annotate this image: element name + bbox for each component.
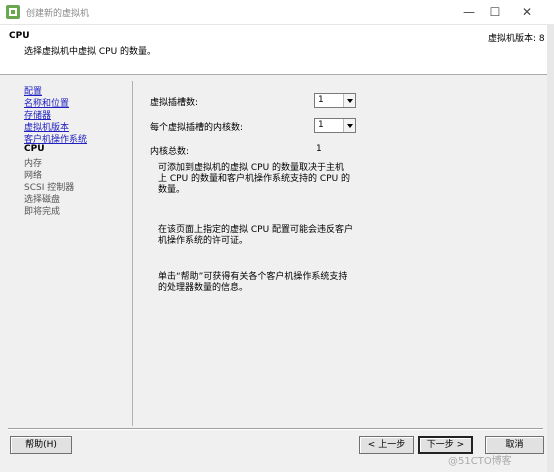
window-title: 创建新的虚拟机 — [26, 9, 90, 19]
chevron-down-icon[interactable] — [343, 94, 355, 107]
text-line: 单击“帮助”可获得有关各个客户机操作系统支持 — [158, 272, 348, 282]
text-line: 上 CPU 的数量和客户机操作系统支持的 CPU 的 — [158, 174, 351, 184]
sockets-select[interactable]: 1 — [314, 93, 356, 108]
total-cores-value: 1 — [316, 144, 322, 154]
text-line: 的处理器数量的信息。 — [158, 283, 249, 293]
window-edge-scrollbar[interactable] — [547, 24, 554, 472]
license-warning-paragraph: 在该页面上指定的虚拟 CPU 配置可能会违反客户 机操作系统的许可证。 — [158, 225, 353, 247]
vm-version-label: 虚拟机版本: 8 — [488, 34, 545, 44]
text-line: 数量。 — [158, 185, 186, 195]
text-line: 可添加到虚拟机的虚拟 CPU 的数量取决于主机 — [158, 163, 345, 173]
chevron-down-icon[interactable] — [343, 119, 355, 132]
maximize-button[interactable]: ☐ — [480, 2, 510, 22]
page-subtitle: 选择虚拟机中虚拟 CPU 的数量。 — [24, 47, 157, 57]
help-hint-paragraph: 单击“帮助”可获得有关各个客户机操作系统支持 的处理器数量的信息。 — [158, 272, 347, 294]
cores-per-socket-select[interactable]: 1 — [314, 118, 356, 133]
wizard-steps-sidebar: 配置 名称和位置 存储器 虚拟机版本 客户机操作系统 CPU 内存 网络 SCS… — [8, 81, 133, 426]
sockets-value: 1 — [318, 95, 324, 105]
text-line: 机操作系统的许可证。 — [158, 236, 249, 246]
sidebar-item-cpu: CPU — [24, 144, 45, 154]
vsphere-logo-icon — [6, 5, 20, 19]
help-button[interactable]: 帮助(H) — [10, 436, 72, 454]
total-cores-label: 内核总数: — [150, 147, 190, 157]
cores-per-socket-value: 1 — [318, 120, 324, 130]
cpu-settings-panel: 虚拟插槽数: 1 每个虚拟插槽的内核数: 1 内核总数: 1 可添加到虚拟机的虚… — [134, 81, 543, 426]
wizard-header: CPU 选择虚拟机中虚拟 CPU 的数量。 虚拟机版本: 8 — [0, 25, 554, 75]
close-button[interactable]: ✕ — [512, 2, 542, 22]
page-title: CPU — [9, 31, 30, 41]
sockets-label: 虚拟插槽数: — [150, 98, 199, 108]
watermark-text: @51CTO博客 — [448, 456, 512, 467]
text-line: 在该页面上指定的虚拟 CPU 配置可能会违反客户 — [158, 225, 354, 235]
cores-per-socket-label: 每个虚拟插槽的内核数: — [150, 123, 244, 133]
back-button[interactable]: < 上一步 — [359, 436, 414, 454]
footer-divider — [8, 428, 543, 430]
cpu-info-paragraph: 可添加到虚拟机的虚拟 CPU 的数量取决于主机 上 CPU 的数量和客户机操作系… — [158, 163, 350, 196]
title-bar: 创建新的虚拟机 — ☐ ✕ — [0, 0, 554, 25]
sidebar-item-ready-to-complete: 即将完成 — [24, 207, 61, 217]
